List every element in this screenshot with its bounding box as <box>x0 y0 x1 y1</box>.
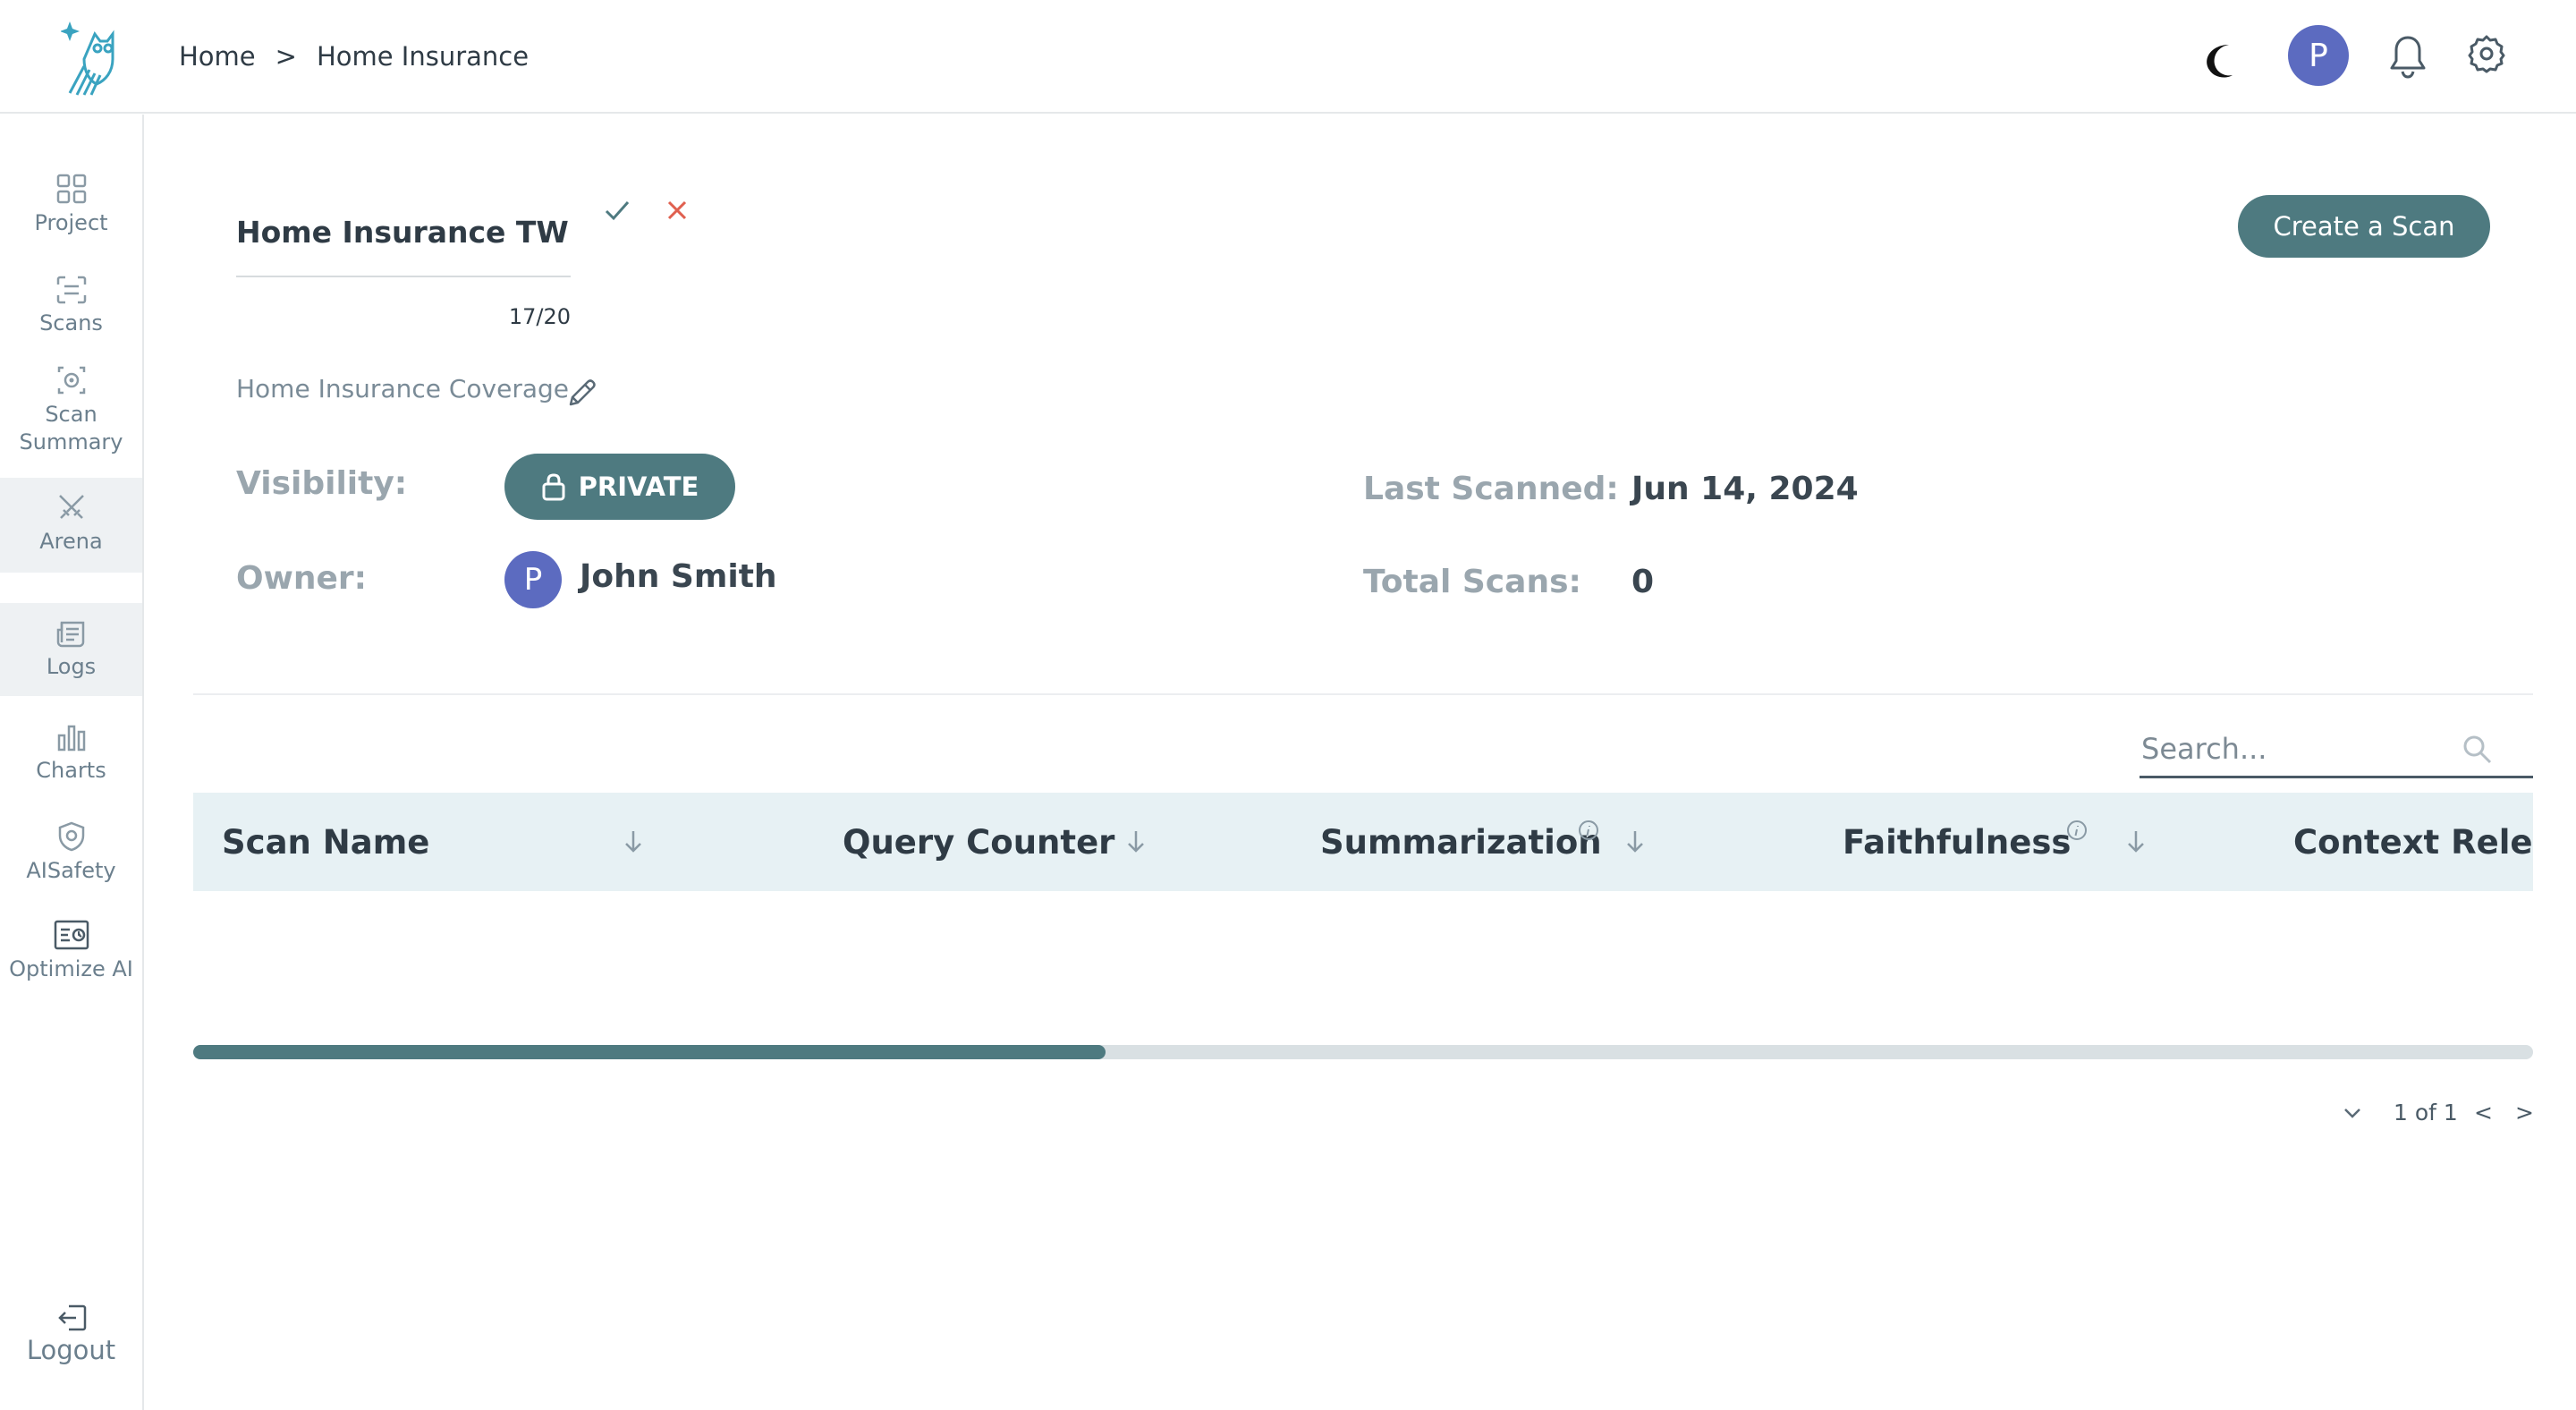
project-description: Home Insurance Coverage <box>236 374 570 403</box>
sidebar-item-scans[interactable]: Scans <box>0 276 142 365</box>
sidebar-item-label: Optimize AI <box>9 956 133 981</box>
sidebar-item-optimize-ai[interactable]: Optimize AI <box>0 920 142 1009</box>
user-avatar[interactable]: P <box>2288 25 2349 86</box>
grid-icon <box>56 174 86 204</box>
owner-avatar: P <box>504 551 562 608</box>
create-scan-button[interactable]: Create a Scan <box>2238 195 2490 258</box>
info-icon[interactable] <box>1578 820 1599 841</box>
confirm-check-icon[interactable] <box>603 197 631 224</box>
logout-label: Logout <box>26 1335 116 1365</box>
column-header-query-counter[interactable]: Query Counter <box>843 793 1114 891</box>
lock-icon <box>542 473 565 501</box>
sidebar-item-label: Project <box>34 210 108 235</box>
breadcrumb-home[interactable]: Home <box>179 41 256 72</box>
table-horizontal-scrollbar[interactable] <box>193 1045 2533 1059</box>
sidebar-item-label: Scans <box>39 310 103 336</box>
gear-icon[interactable] <box>2467 34 2506 73</box>
search-icon[interactable] <box>2460 732 2496 768</box>
owner-label: Owner: <box>236 560 368 597</box>
bar-chart-icon <box>57 725 85 752</box>
next-page-button[interactable]: > <box>2515 1097 2534 1129</box>
sort-arrow-down-icon[interactable] <box>1624 828 1646 855</box>
logout-button[interactable]: Logout <box>0 1304 142 1394</box>
column-header-scan-name[interactable]: Scan Name <box>222 793 429 891</box>
app-logo-owl-icon[interactable] <box>61 16 123 97</box>
swords-icon <box>58 495 84 519</box>
moon-icon[interactable] <box>2202 39 2241 79</box>
logout-icon <box>57 1304 86 1331</box>
table-header-row: Scan Name Query Counter Summarization Fa… <box>193 793 2533 891</box>
logs-icon <box>56 621 84 648</box>
scan-icon <box>56 276 86 304</box>
cancel-x-icon[interactable] <box>664 197 691 224</box>
breadcrumb: Home > Home Insurance <box>179 36 529 77</box>
scans-table: Scan Name Query Counter Summarization Fa… <box>193 793 2533 1061</box>
column-header-summarization[interactable]: Summarization <box>1320 793 1602 891</box>
visibility-label: Visibility: <box>236 465 408 502</box>
owner-name: John Smith <box>580 558 777 595</box>
pencil-edit-icon[interactable] <box>565 378 597 410</box>
last-scanned-value: Jun 14, 2024 <box>1631 471 1859 507</box>
sidebar-item-label: Charts <box>36 758 106 783</box>
scrollbar-thumb[interactable] <box>193 1045 1106 1059</box>
search-box <box>2140 723 2533 778</box>
sort-arrow-down-icon[interactable] <box>623 828 644 855</box>
sidebar-item-label: Arena <box>39 529 103 554</box>
sidebar: Project Scans Scan Summary Arena Logs Ch… <box>0 115 144 1410</box>
breadcrumb-separator: > <box>275 41 297 72</box>
sidebar-item-logs[interactable]: Logs <box>0 603 142 696</box>
sidebar-item-scan-summary[interactable]: Scan Summary <box>0 365 142 481</box>
top-header: Home > Home Insurance P <box>0 0 2576 114</box>
sidebar-item-label: AISafety <box>26 858 116 883</box>
total-scans-value: 0 <box>1631 564 1655 600</box>
visibility-value: PRIVATE <box>578 471 699 502</box>
info-icon[interactable] <box>2066 820 2088 841</box>
page-indicator: 1 of 1 <box>2394 1100 2458 1125</box>
sidebar-item-project[interactable]: Project <box>0 174 142 263</box>
sidebar-item-label: Scan Summary <box>19 402 123 454</box>
project-name-field[interactable]: Home Insurance TW <box>236 215 569 250</box>
sidebar-item-label: Logs <box>46 654 97 679</box>
total-scans-label: Total Scans: <box>1363 564 1581 600</box>
column-header-faithfulness[interactable]: Faithfulness <box>1843 793 2071 891</box>
optimize-icon <box>54 920 89 950</box>
char-count: 17/20 <box>508 304 571 329</box>
sidebar-item-charts[interactable]: Charts <box>0 723 142 812</box>
column-header-context-relevance[interactable]: Context Releva <box>2293 793 2533 891</box>
last-scanned-label: Last Scanned: <box>1363 471 1619 507</box>
project-name-underline <box>236 276 571 277</box>
sidebar-item-aisafety[interactable]: AISafety <box>0 821 142 911</box>
visibility-toggle-button[interactable]: PRIVATE <box>504 454 735 520</box>
sort-arrow-down-icon[interactable] <box>2125 828 2147 855</box>
shield-icon <box>58 821 84 852</box>
search-input[interactable] <box>2140 723 2462 775</box>
sidebar-item-arena[interactable]: Arena <box>0 478 142 573</box>
rows-per-page-chevron-down-icon[interactable] <box>2340 1097 2365 1129</box>
prev-page-button[interactable]: < <box>2474 1097 2493 1129</box>
sort-arrow-down-icon[interactable] <box>1125 828 1147 855</box>
bell-icon[interactable] <box>2388 34 2428 79</box>
scan-summary-icon <box>57 366 85 395</box>
section-divider <box>193 693 2533 695</box>
breadcrumb-current: Home Insurance <box>316 41 530 72</box>
